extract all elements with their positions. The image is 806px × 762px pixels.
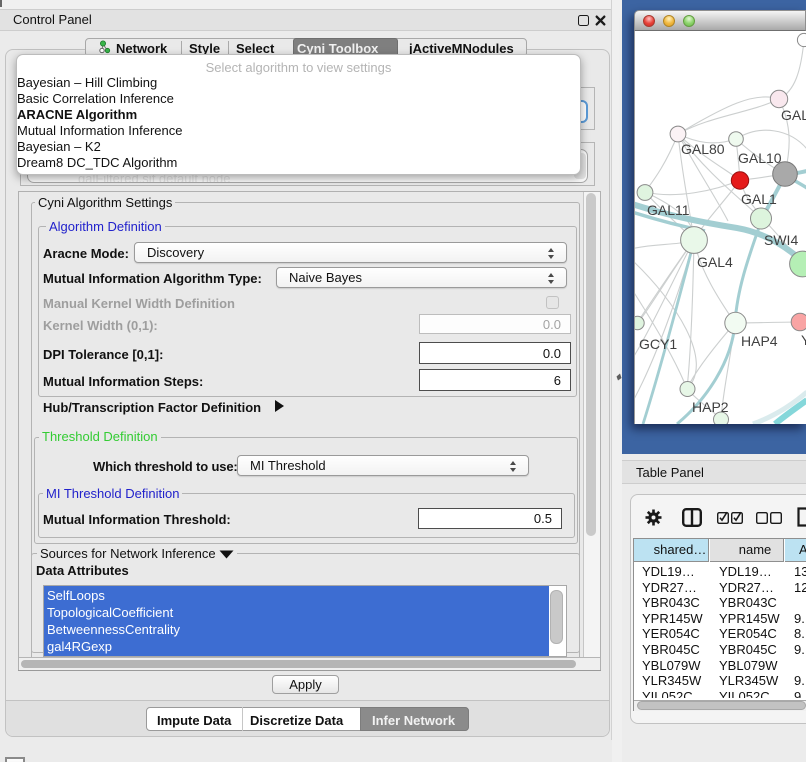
svg-text:YF: YF [801,332,806,348]
svg-text:GAL1: GAL1 [741,191,777,207]
svg-text:GAL10: GAL10 [738,150,782,166]
svg-text:GCY1: GCY1 [639,336,677,352]
svg-text:HAP4: HAP4 [741,333,778,349]
svg-text:HAP2: HAP2 [692,399,729,415]
svg-text:GAL80: GAL80 [681,141,725,157]
svg-text:SWI4: SWI4 [764,232,798,248]
svg-text:GAL4: GAL4 [697,254,733,270]
svg-text:GAL7: GAL7 [781,107,806,123]
svg-text:GAL11: GAL11 [647,202,690,218]
